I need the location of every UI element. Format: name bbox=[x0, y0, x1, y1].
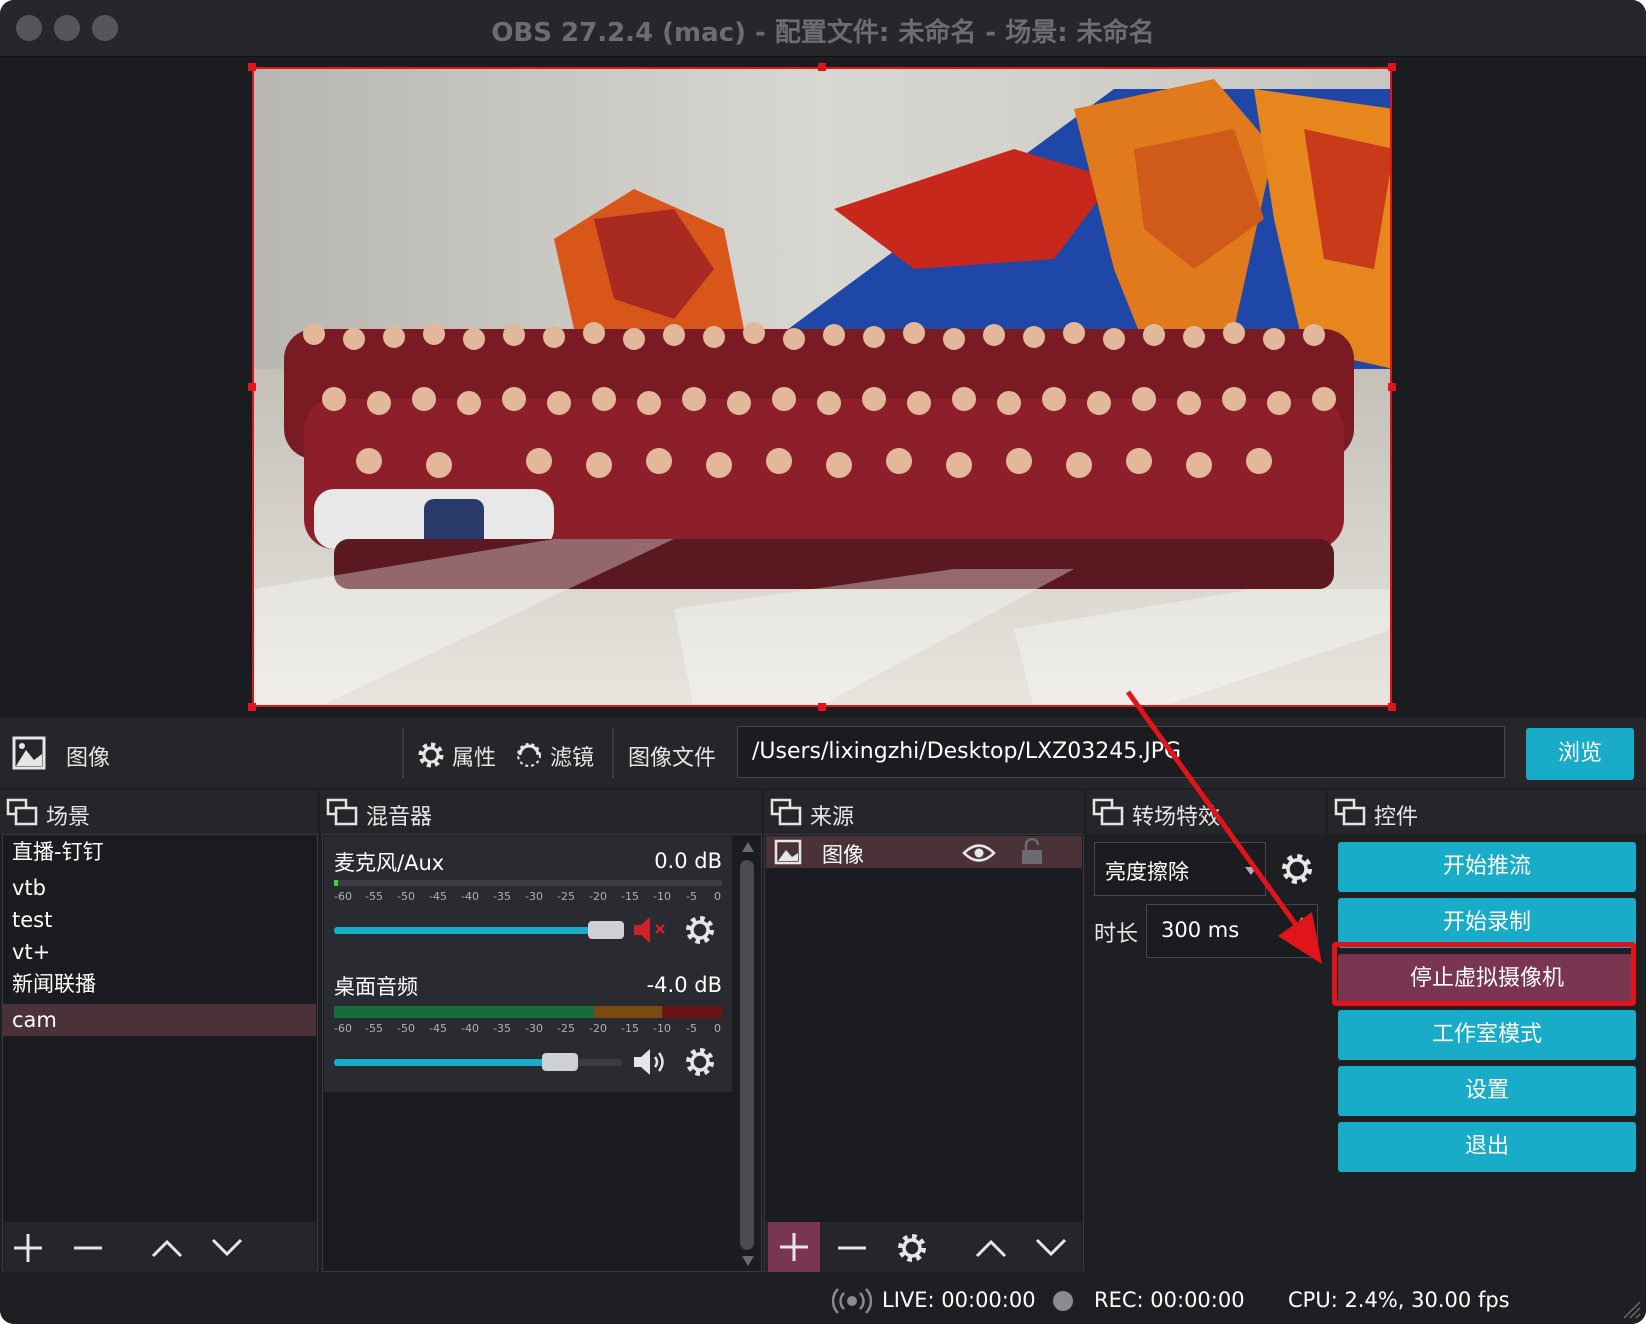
image-source-icon bbox=[12, 736, 46, 770]
mixer-dock-header: 混音器 bbox=[320, 790, 762, 834]
eye-icon[interactable] bbox=[962, 842, 996, 864]
scenes-dock-header: 场景 bbox=[0, 790, 318, 834]
resize-handle-right[interactable] bbox=[1388, 383, 1396, 391]
scene-item-selected[interactable]: cam bbox=[2, 1004, 316, 1036]
scrollbar-thumb[interactable] bbox=[740, 860, 754, 1250]
resize-handle-bottom-left[interactable] bbox=[248, 703, 256, 711]
volume-slider-thumb[interactable] bbox=[542, 1053, 578, 1071]
resize-handle-top-right[interactable] bbox=[1388, 63, 1396, 71]
cpu-fps: CPU: 2.4%, 30.00 fps bbox=[1288, 1288, 1510, 1312]
unlock-icon[interactable] bbox=[1020, 838, 1044, 866]
scroll-down-arrow-icon[interactable] bbox=[742, 1256, 754, 1266]
image-file-label: 图像文件 bbox=[628, 746, 717, 771]
scene-item[interactable]: test bbox=[2, 904, 316, 936]
gear-icon[interactable] bbox=[896, 1232, 928, 1264]
highlight-box bbox=[1332, 942, 1636, 1006]
status-bar: LIVE: 00:00:00 REC: 00:00:00 CPU: 2.4%, … bbox=[0, 1276, 1646, 1324]
filters-label: 滤镜 bbox=[550, 746, 595, 771]
volume-slider-thumb[interactable] bbox=[588, 921, 624, 939]
filters-button[interactable]: 滤镜 bbox=[514, 736, 604, 772]
volume-meter bbox=[334, 880, 722, 886]
resize-handle-top-left[interactable] bbox=[248, 63, 256, 71]
resize-handle-bottom-right[interactable] bbox=[1388, 703, 1396, 711]
volume-meter bbox=[334, 1006, 722, 1018]
muted-speaker-icon[interactable] bbox=[632, 914, 672, 946]
gear-icon[interactable] bbox=[684, 914, 716, 946]
record-indicator-icon bbox=[1053, 1291, 1073, 1311]
title-bar: OBS 27.2.4 (mac) - 配置文件: 未命名 - 场景: 未命名 bbox=[0, 0, 1646, 57]
gear-icon bbox=[418, 742, 444, 768]
add-scene-icon[interactable] bbox=[12, 1232, 44, 1264]
dock-float-icon[interactable] bbox=[770, 798, 802, 826]
rec-timer: REC: 00:00:00 bbox=[1094, 1288, 1245, 1312]
filter-icon bbox=[517, 743, 541, 767]
dock-float-icon[interactable] bbox=[326, 798, 358, 826]
mixer-channel-db: -4.0 dB bbox=[646, 973, 722, 997]
resize-grip-icon[interactable] bbox=[1618, 1296, 1642, 1320]
resize-handle-top[interactable] bbox=[818, 63, 826, 71]
gear-icon[interactable] bbox=[684, 1046, 716, 1078]
scenes-title: 场景 bbox=[46, 805, 91, 830]
move-source-up-icon[interactable] bbox=[974, 1232, 1008, 1264]
meter-scale: -60 -55 -50 -45 -40 -35 -30 -25 -20 -15 … bbox=[334, 890, 721, 903]
remove-source-icon[interactable] bbox=[836, 1232, 868, 1264]
controls-dock-header: 控件 bbox=[1328, 790, 1646, 834]
resize-handle-bottom[interactable] bbox=[818, 703, 826, 711]
properties-label: 属性 bbox=[452, 746, 497, 771]
remove-scene-icon[interactable] bbox=[72, 1232, 104, 1264]
settings-button[interactable]: 设置 bbox=[1338, 1066, 1636, 1116]
exit-button[interactable]: 退出 bbox=[1338, 1122, 1636, 1172]
meter-scale: -60 -55 -50 -45 -40 -35 -30 -25 -20 -15 … bbox=[334, 1022, 721, 1035]
scene-item[interactable]: vtb bbox=[2, 872, 316, 904]
mixer-scrollbar[interactable] bbox=[736, 840, 758, 1270]
source-item-label: 图像 bbox=[822, 843, 864, 867]
volume-slider-fill bbox=[334, 927, 590, 934]
resize-handle-left[interactable] bbox=[248, 383, 256, 391]
toolbar-divider bbox=[402, 728, 404, 778]
properties-button[interactable]: 属性 bbox=[416, 736, 506, 772]
add-source-icon bbox=[780, 1233, 808, 1261]
sources-panel bbox=[764, 834, 1084, 1272]
mixer-title: 混音器 bbox=[366, 805, 433, 830]
group-photo-image bbox=[254, 69, 1390, 705]
live-timer: LIVE: 00:00:00 bbox=[882, 1288, 1036, 1312]
obs-window: OBS 27.2.4 (mac) - 配置文件: 未命名 - 场景: 未命名 图… bbox=[0, 0, 1646, 1324]
volume-slider-fill bbox=[334, 1059, 544, 1066]
window-title: OBS 27.2.4 (mac) - 配置文件: 未命名 - 场景: 未命名 bbox=[491, 18, 1155, 48]
scene-item[interactable]: 新闻联播 bbox=[2, 968, 316, 1000]
sources-title: 来源 bbox=[810, 805, 855, 830]
source-item[interactable]: 图像 bbox=[766, 836, 1082, 868]
move-scene-down-icon[interactable] bbox=[210, 1232, 244, 1264]
annotation-arrow bbox=[1125, 690, 1322, 964]
broadcast-icon bbox=[832, 1288, 872, 1314]
mixer-channel-name: 麦克风/Aux bbox=[334, 851, 445, 875]
toolbar-source-name: 图像 bbox=[66, 746, 111, 771]
image-source-icon bbox=[774, 839, 802, 865]
scene-item[interactable]: 直播-钉钉 bbox=[2, 836, 316, 868]
start-recording-button[interactable]: 开始录制 bbox=[1338, 898, 1636, 948]
move-scene-up-icon[interactable] bbox=[150, 1232, 184, 1264]
speaker-icon[interactable] bbox=[632, 1046, 672, 1078]
mixer-channel-db: 0.0 dB bbox=[654, 849, 722, 873]
studio-mode-button[interactable]: 工作室模式 bbox=[1338, 1010, 1636, 1060]
scroll-up-arrow-icon[interactable] bbox=[742, 842, 754, 852]
move-source-down-icon[interactable] bbox=[1034, 1232, 1068, 1264]
start-streaming-button[interactable]: 开始推流 bbox=[1338, 842, 1636, 892]
preview-image-source[interactable] bbox=[252, 67, 1392, 707]
browse-button[interactable]: 浏览 bbox=[1526, 728, 1634, 780]
scene-item[interactable]: vt+ bbox=[2, 936, 316, 968]
sources-dock-header: 来源 bbox=[764, 790, 1084, 834]
mixer-channel-name: 桌面音频 bbox=[334, 975, 418, 999]
add-source-button[interactable] bbox=[768, 1222, 820, 1272]
dock-float-icon[interactable] bbox=[6, 798, 38, 826]
controls-title: 控件 bbox=[1374, 805, 1419, 830]
toolbar-divider bbox=[612, 728, 614, 778]
